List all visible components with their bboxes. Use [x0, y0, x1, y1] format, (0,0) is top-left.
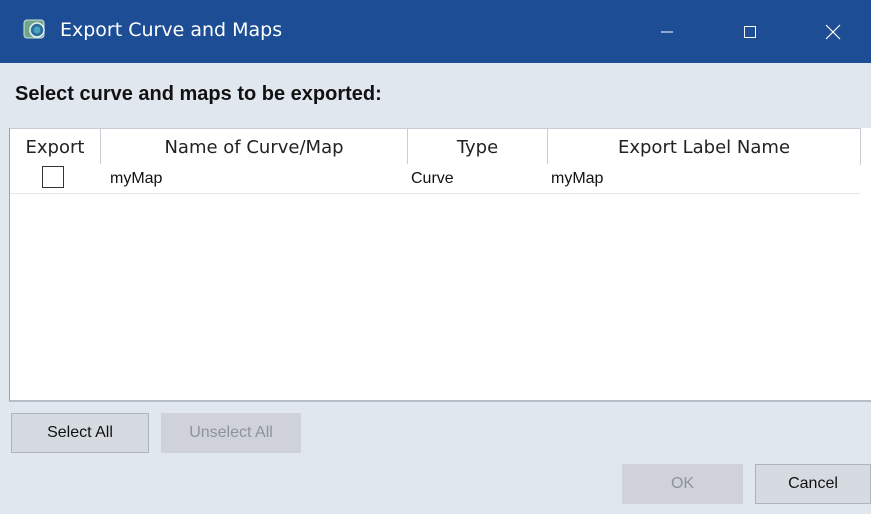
select-all-button[interactable]: Select All [11, 413, 149, 453]
export-dialog: Export Curve and Maps Select curve and m… [0, 0, 871, 514]
column-header-export[interactable]: Export [10, 129, 101, 164]
curve-name-cell: myMap [110, 170, 163, 187]
maximize-icon [744, 25, 756, 38]
maximize-button[interactable] [720, 0, 780, 63]
export-checkbox[interactable] [42, 166, 64, 188]
cancel-button[interactable]: Cancel [755, 464, 871, 504]
type-cell: Curve [411, 170, 454, 187]
unselect-all-button[interactable]: Unselect All [161, 413, 301, 453]
column-header-name[interactable]: Name of Curve/Map [101, 129, 408, 164]
close-icon [825, 24, 841, 39]
close-button[interactable] [803, 0, 863, 63]
column-header-export-label[interactable]: Export Label Name [548, 129, 860, 164]
export-label-cell[interactable]: myMap [551, 164, 603, 193]
table-header: Export Name of Curve/Map Type Export Lab… [10, 128, 861, 165]
minimize-icon [661, 31, 673, 32]
window-title: Export Curve and Maps [60, 19, 283, 41]
title-bar[interactable]: Export Curve and Maps [0, 0, 871, 63]
instruction-heading: Select curve and maps to be exported: [15, 83, 382, 105]
app-icon [23, 19, 45, 39]
column-header-type[interactable]: Type [408, 129, 548, 164]
export-table[interactable]: Export Name of Curve/Map Type Export Lab… [9, 128, 871, 402]
ok-button[interactable]: OK [622, 464, 743, 504]
minimize-button[interactable] [637, 0, 697, 63]
table-row[interactable]: myMap Curve myMap [10, 164, 860, 194]
